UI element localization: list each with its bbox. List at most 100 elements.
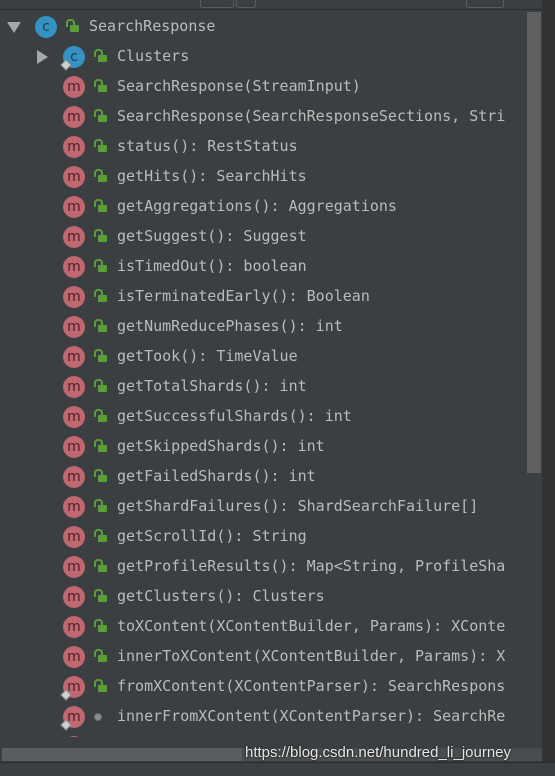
public-access-icon	[94, 199, 107, 212]
public-access-icon	[94, 499, 107, 512]
public-access-icon	[94, 409, 107, 422]
method-icon: m	[63, 526, 85, 548]
tree-node[interactable]: m getClusters(): Clusters	[0, 582, 527, 612]
public-access-icon	[94, 559, 107, 572]
tree-root-node[interactable]: c SearchResponse	[0, 12, 527, 42]
tree-node[interactable]: m getShardFailures(): ShardSearchFailure[…	[0, 492, 527, 522]
public-access-icon	[94, 229, 107, 242]
node-label: innerFromXContent(XContentParser): Searc…	[117, 707, 506, 725]
node-label: SearchResponse(SearchResponseSections, S…	[117, 107, 506, 125]
node-label: getSkippedShards(): int	[117, 437, 325, 455]
public-access-icon	[94, 469, 107, 482]
package-private-icon	[94, 713, 102, 721]
watermark: https://blog.csdn.net/hundred_li_journey	[245, 744, 512, 761]
public-access-icon	[94, 169, 107, 182]
public-access-icon	[94, 379, 107, 392]
method-icon: m	[63, 226, 85, 248]
method-icon: m	[63, 556, 85, 578]
node-label: getClusters(): Clusters	[117, 587, 325, 605]
public-access-icon	[94, 139, 107, 152]
public-access-icon	[94, 439, 107, 452]
expand-arrow-icon[interactable]	[7, 22, 21, 33]
tree-node[interactable]: m getNumReducePhases(): int	[0, 312, 527, 342]
public-access-icon	[94, 349, 107, 362]
node-label: innerToXContent(XContentBuilder, Params)…	[117, 647, 506, 665]
method-icon: m	[63, 586, 85, 608]
tree-node[interactable]: m isTerminatedEarly(): Boolean	[0, 282, 527, 312]
tree-node[interactable]: m getFailedShards(): int	[0, 462, 527, 492]
node-label: getSuccessfulShards(): int	[117, 407, 352, 425]
tree-node[interactable]: m SearchResponse(SearchResponseSections, …	[0, 102, 527, 132]
tree-node[interactable]: mwriteTo(StreamOutput): void	[0, 732, 527, 737]
method-icon: m	[63, 646, 85, 668]
tree-node[interactable]: m isTimedOut(): boolean	[0, 252, 527, 282]
toolbar-button[interactable]	[466, 0, 504, 8]
method-icon: m	[63, 376, 85, 398]
public-access-icon	[94, 529, 107, 542]
horizontal-scrollbar-thumb[interactable]	[2, 748, 242, 761]
node-label: SearchResponse(StreamInput)	[117, 77, 361, 95]
node-label: getNumReducePhases(): int	[117, 317, 343, 335]
method-icon: m	[63, 136, 85, 158]
tree-node[interactable]: m getSkippedShards(): int	[0, 432, 527, 462]
node-label: getTook(): TimeValue	[117, 347, 298, 365]
tree-node[interactable]: m innerFromXContent(XContentParser): Sear…	[0, 702, 527, 732]
node-label: getTotalShards(): int	[117, 377, 307, 395]
public-access-icon	[94, 679, 107, 692]
node-label: Clusters	[117, 47, 190, 65]
node-label: getShardFailures(): ShardSearchFailure[]	[117, 497, 479, 515]
node-label: getAggregations(): Aggregations	[117, 197, 397, 215]
method-icon: m	[63, 466, 85, 488]
public-access-icon	[94, 289, 107, 302]
node-label: getSuggest(): Suggest	[117, 227, 307, 245]
toolbar-button[interactable]	[236, 0, 256, 8]
method-icon: m	[63, 496, 85, 518]
tree-node[interactable]: m getSuccessfulShards(): int	[0, 402, 527, 432]
public-access-icon	[94, 319, 107, 332]
method-icon: m	[63, 76, 85, 98]
public-access-icon	[94, 649, 107, 662]
toolbar-button[interactable]	[200, 0, 234, 8]
method-icon: m	[63, 106, 85, 128]
method-icon: m	[63, 256, 85, 278]
tree-node[interactable]: m getProfileResults(): Map<String, Profil…	[0, 552, 527, 582]
tree-node[interactable]: m getAggregations(): Aggregations	[0, 192, 527, 222]
method-icon: m	[63, 316, 85, 338]
method-icon: m	[63, 166, 85, 188]
method-icon: m	[63, 286, 85, 308]
tree-node[interactable]: m SearchResponse(StreamInput)	[0, 72, 527, 102]
method-icon: m	[63, 346, 85, 368]
tree-node[interactable]: c Clusters	[0, 42, 527, 72]
node-label: toXContent(XContentBuilder, Params): XCo…	[117, 617, 506, 635]
node-label: isTimedOut(): boolean	[117, 257, 307, 275]
tree-node[interactable]: m getSuggest(): Suggest	[0, 222, 527, 252]
method-icon: m	[63, 616, 85, 638]
public-access-icon	[94, 79, 107, 92]
class-icon: c	[35, 16, 57, 38]
collapse-arrow-icon[interactable]	[37, 50, 48, 64]
node-label: fromXContent(XContentParser): SearchResp…	[117, 677, 506, 695]
node-label: SearchResponse	[89, 17, 216, 35]
node-label: getProfileResults(): Map<String, Profile…	[117, 557, 506, 575]
public-access-icon	[66, 19, 79, 32]
method-icon: m	[63, 436, 85, 458]
method-icon: m	[63, 196, 85, 218]
tree-node[interactable]: m getHits(): SearchHits	[0, 162, 527, 192]
node-label: getScrollId(): String	[117, 527, 307, 545]
tree-node[interactable]: m getTook(): TimeValue	[0, 342, 527, 372]
tree-node[interactable]: m innerToXContent(XContentBuilder, Params…	[0, 642, 527, 672]
public-access-icon	[94, 589, 107, 602]
public-access-icon	[94, 619, 107, 632]
bottom-toolbar	[0, 762, 555, 776]
tree-node[interactable]: m getScrollId(): String	[0, 522, 527, 552]
tree-node[interactable]: m status(): RestStatus	[0, 132, 527, 162]
vertical-scrollbar[interactable]	[527, 12, 541, 473]
tree-node[interactable]: m toXContent(XContentBuilder, Params): XC…	[0, 612, 527, 642]
method-icon: m	[63, 406, 85, 428]
tree-node[interactable]: m fromXContent(XContentParser): SearchRes…	[0, 672, 527, 702]
public-access-icon	[94, 259, 107, 272]
tree-node[interactable]: m getTotalShards(): int	[0, 372, 527, 402]
public-access-icon	[94, 49, 107, 62]
right-gutter	[542, 0, 555, 775]
node-label: status(): RestStatus	[117, 137, 298, 155]
